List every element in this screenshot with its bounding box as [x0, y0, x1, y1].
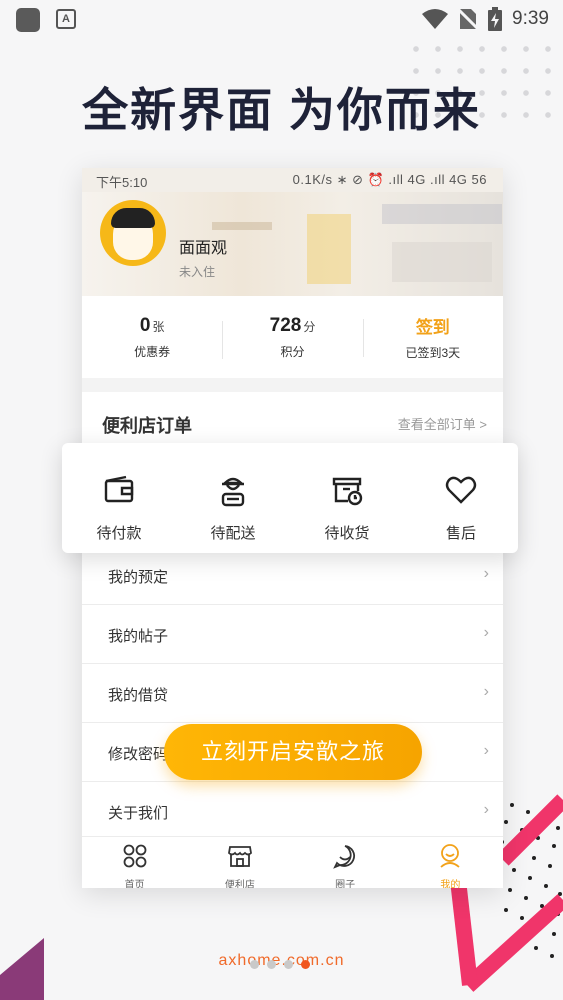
- notification-app-icon: [16, 8, 40, 32]
- tab-circle[interactable]: 圈子: [293, 837, 398, 888]
- order-status-card: 待付款 待配送 待收货 售后: [62, 443, 518, 553]
- order-pending-payment[interactable]: 待付款: [62, 443, 176, 553]
- menu-item-posts[interactable]: 我的帖子 ›: [82, 605, 503, 664]
- system-clock: 9:39: [512, 8, 549, 29]
- points-value: 728: [269, 314, 302, 336]
- chevron-right-icon: ›: [483, 801, 489, 818]
- phone-status-time: 下午5:10: [96, 175, 148, 190]
- avatar[interactable]: [100, 200, 166, 266]
- menu-item-reservations[interactable]: 我的预定 ›: [82, 546, 503, 605]
- menu-item-label: 我的借贷: [108, 687, 169, 704]
- heart-icon: [445, 476, 477, 504]
- start-journey-button[interactable]: 立刻开启安歆之旅: [164, 724, 422, 780]
- menu-item-label: 我的帖子: [108, 628, 169, 645]
- user-status: 未入住: [179, 265, 216, 279]
- points-label: 积分: [280, 344, 305, 359]
- bottom-tab-bar: 首页 便利店 圈子 我的: [82, 836, 503, 888]
- checkin-label: 已签到3天: [405, 346, 461, 360]
- page-dot[interactable]: [250, 960, 259, 969]
- keyboard-a-icon: A: [56, 9, 76, 29]
- coupon-count: 0: [139, 314, 151, 336]
- order-status-label: 待付款: [96, 525, 142, 542]
- order-status-label: 售后: [445, 525, 476, 542]
- user-name: 面面观: [179, 240, 228, 257]
- page-dot[interactable]: [284, 960, 293, 969]
- phone-status-indicators: 0.1K/s ∗ ⊘ ⏰ .ıll 4G .ıll 4G 56: [292, 172, 487, 187]
- profile-menu: 我的预定 › 我的帖子 › 我的借贷 › 修改密码 › 关于我们 ›: [82, 546, 503, 841]
- chevron-right-icon: ›: [483, 565, 489, 582]
- user-stats: 0张 优惠券 728 分 积分 签到 已签到3天: [82, 296, 503, 378]
- menu-item-label: 修改密码: [108, 746, 169, 763]
- profile-icon: [440, 844, 460, 868]
- tab-store[interactable]: 便利店: [187, 837, 292, 888]
- package-clock-icon: [332, 477, 363, 506]
- order-after-sales[interactable]: 售后: [404, 443, 518, 553]
- menu-item-loans[interactable]: 我的借贷 ›: [82, 664, 503, 723]
- menu-item-label: 我的预定: [108, 569, 169, 586]
- order-pending-delivery[interactable]: 待配送: [176, 443, 290, 553]
- menu-item-label: 关于我们: [108, 805, 169, 822]
- wifi-icon: [422, 9, 449, 29]
- system-status-bar: A 9:39: [0, 0, 563, 38]
- tab-label: 圈子: [335, 880, 356, 888]
- tab-mine[interactable]: 我的: [398, 837, 503, 888]
- chat-bubble-icon: [333, 845, 356, 869]
- courier-icon: [221, 477, 245, 507]
- order-status-label: 待配送: [210, 525, 256, 542]
- home-grid-icon: [123, 844, 147, 868]
- store-icon: [227, 846, 252, 867]
- stat-checkin[interactable]: 签到 已签到3天: [362, 313, 503, 361]
- tab-label: 我的: [440, 880, 461, 888]
- order-pending-receipt[interactable]: 待收货: [290, 443, 404, 553]
- points-unit: 分: [303, 319, 316, 334]
- page-dot[interactable]: [267, 960, 276, 969]
- stat-coupons[interactable]: 0张 优惠券: [82, 315, 222, 360]
- checkin-button[interactable]: 签到: [363, 313, 503, 338]
- coupon-label: 优惠券: [134, 344, 171, 359]
- chevron-right-icon: ›: [483, 683, 489, 700]
- page-dot-active[interactable]: [301, 960, 310, 969]
- stat-points[interactable]: 728 分 积分: [222, 315, 362, 360]
- tab-label: 便利店: [224, 880, 255, 888]
- tab-home[interactable]: 首页: [82, 837, 187, 888]
- page-indicator: [250, 960, 310, 969]
- tab-label: 首页: [124, 880, 145, 888]
- no-sim-icon: [458, 7, 479, 31]
- order-status-label: 待收货: [324, 525, 370, 542]
- section-divider: [82, 378, 503, 392]
- chevron-right-icon: ›: [483, 624, 489, 641]
- headline: 全新界面 为你而来: [82, 84, 481, 136]
- orders-title: 便利店订单: [102, 416, 192, 436]
- wallet-icon: [104, 475, 134, 503]
- battery-charging-icon: [488, 7, 503, 31]
- view-all-orders-link[interactable]: 查看全部订单 >: [398, 414, 487, 433]
- phone-status-bar: 下午5:10 0.1K/s ∗ ⊘ ⏰ .ıll 4G .ıll 4G 56: [82, 168, 503, 192]
- coupon-unit: 张: [152, 319, 165, 334]
- menu-item-about[interactable]: 关于我们 ›: [82, 782, 503, 841]
- chevron-right-icon: ›: [483, 742, 489, 759]
